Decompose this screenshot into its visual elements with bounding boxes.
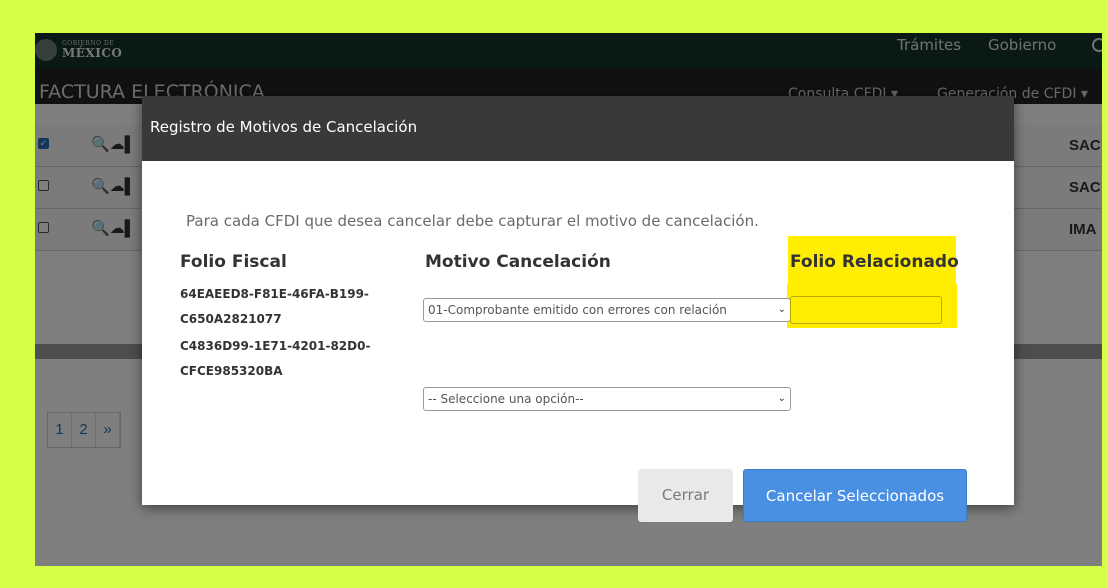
close-button[interactable]: Cerrar xyxy=(638,469,733,522)
uuid-line: CFCE985320BA xyxy=(180,364,283,378)
modal-header: Registro de Motivos de Cancelación xyxy=(142,96,1014,161)
uuid-line: C650A2821077 xyxy=(180,312,282,326)
header-motivo-cancelacion: Motivo Cancelación xyxy=(425,252,611,272)
chevron-down-icon: ⌄ xyxy=(777,304,786,315)
chevron-down-icon: ⌄ xyxy=(777,393,786,404)
uuid-folio-fiscal-2: C4836D99-1E71-4201-82D0- CFCE985320BA xyxy=(180,334,370,384)
uuid-line: 64EAEED8-F81E-46FA-B199- xyxy=(180,287,369,301)
cancellation-reasons-modal: Registro de Motivos de Cancelación Para … xyxy=(142,96,1014,522)
modal-title: Registro de Motivos de Cancelación xyxy=(150,118,418,136)
instructions-text: Para cada CFDI que desea cancelar debe c… xyxy=(186,212,759,230)
uuid-line: C4836D99-1E71-4201-82D0- xyxy=(180,339,371,353)
uuid-folio-fiscal-1: 64EAEED8-F81E-46FA-B199- C650A2821077 xyxy=(180,282,369,332)
selected-option: -- Seleccione una opción-- xyxy=(428,392,584,406)
header-folio-relacionado: Folio Relacionado xyxy=(790,252,959,272)
motivo-select-1[interactable]: 01-Comprobante emitido con errores con r… xyxy=(423,298,791,322)
folio-relacionado-input[interactable] xyxy=(790,296,942,324)
selected-option: 01-Comprobante emitido con errores con r… xyxy=(428,303,727,317)
app-screen: GOBIERNO DE MÉXICO Trámites Gobierno FAC… xyxy=(35,33,1102,566)
cancel-selected-button[interactable]: Cancelar Seleccionados xyxy=(743,469,967,522)
header-folio-fiscal: Folio Fiscal xyxy=(180,252,287,272)
motivo-select-2[interactable]: -- Seleccione una opción-- ⌄ xyxy=(423,387,791,411)
